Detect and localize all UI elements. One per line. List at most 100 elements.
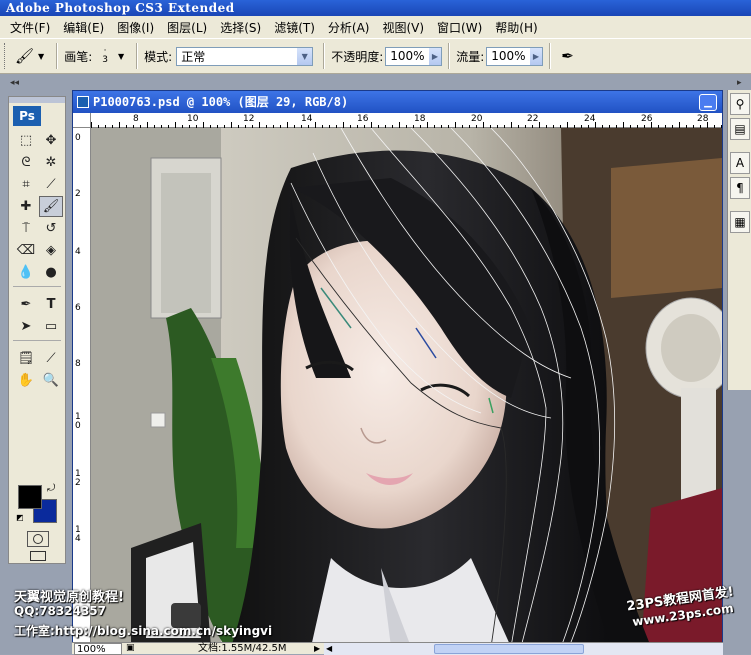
clone-stamp-tool-icon[interactable]: ⍑ bbox=[14, 218, 38, 239]
app-title-bar: Adobe Photoshop CS3 Extended bbox=[0, 0, 751, 16]
horizontal-scrollbar[interactable]: ◀ bbox=[324, 643, 723, 655]
opacity-field[interactable]: 100% ▶ bbox=[385, 46, 443, 66]
flow-value: 100% bbox=[491, 49, 526, 63]
watermark-qq: QQ:78324357 bbox=[14, 604, 106, 618]
ruler-horizontal[interactable]: 8 10 12 14 16 18 20 22 24 26 28 bbox=[91, 113, 722, 128]
panel-dock: ⚲ ▤ A ¶ ▦ bbox=[727, 90, 751, 390]
document-info: 文档:1.55M/42.5M bbox=[132, 643, 322, 655]
menu-analysis[interactable]: 分析(A) bbox=[328, 19, 370, 36]
scroll-thumb[interactable] bbox=[434, 644, 584, 654]
document-title-bar[interactable]: P1000763.psd @ 100% (图层 29, RGB/8) bbox=[73, 91, 722, 113]
marquee-tool-icon[interactable]: ⬚ bbox=[14, 130, 38, 151]
brush-tool-preset-icon[interactable]: 🖌 bbox=[15, 47, 34, 65]
watermark-title: 天翼视觉原创教程! bbox=[14, 590, 124, 605]
move-tool-icon[interactable]: ✥ bbox=[39, 130, 63, 151]
ruler-tick-label: 0 bbox=[75, 133, 81, 143]
default-colors-icon[interactable]: ◩ bbox=[16, 513, 24, 522]
quick-mask-icon bbox=[33, 534, 43, 544]
minimize-button[interactable]: ▁ bbox=[699, 94, 717, 111]
separator bbox=[56, 43, 59, 69]
path-selection-tool-icon[interactable]: ➤ bbox=[14, 316, 38, 337]
brush-size: 3 bbox=[102, 55, 108, 65]
foreground-color-swatch[interactable] bbox=[18, 485, 42, 509]
paint-bucket-tool-icon[interactable]: ◈ bbox=[39, 240, 63, 261]
zoom-tool-icon[interactable]: 🔍 bbox=[39, 370, 63, 391]
screen-mode-button[interactable] bbox=[27, 549, 49, 563]
lasso-tool-icon[interactable]: ᘓ bbox=[14, 152, 38, 173]
ruler-origin[interactable] bbox=[73, 113, 91, 128]
ruler-tick-label: 6 bbox=[75, 303, 81, 313]
quick-mask-button[interactable] bbox=[27, 531, 49, 547]
tool-presets-panel-icon[interactable]: ⚲ bbox=[730, 93, 750, 115]
zoom-value: 100% bbox=[77, 644, 106, 655]
chevron-right-icon[interactable]: ▶ bbox=[529, 47, 543, 65]
menu-window[interactable]: 窗口(W) bbox=[437, 19, 482, 36]
hand-tool-icon[interactable]: ✋ bbox=[14, 370, 38, 391]
collapse-arrows-icon[interactable]: ◂◂ bbox=[10, 78, 19, 88]
flow-field[interactable]: 100% ▶ bbox=[486, 46, 544, 66]
minimize-icon: ▁ bbox=[704, 97, 712, 108]
rectangle-tool-icon[interactable]: ▭ bbox=[39, 316, 63, 337]
menu-filter[interactable]: 滤镜(T) bbox=[274, 19, 315, 36]
menu-image[interactable]: 图像(I) bbox=[117, 19, 154, 36]
ruler-tick-label: 8 bbox=[75, 359, 81, 369]
separator bbox=[549, 43, 552, 69]
menu-select[interactable]: 选择(S) bbox=[220, 19, 261, 36]
image-canvas[interactable] bbox=[91, 128, 722, 647]
photoshop-logo: Ps bbox=[13, 106, 41, 126]
eraser-tool-icon[interactable]: ⌫ bbox=[14, 240, 38, 261]
separator bbox=[13, 286, 61, 287]
document-window: P1000763.psd @ 100% (图层 29, RGB/8) ▁ 8 1… bbox=[72, 90, 723, 654]
tool-grid-3: 🗒 ⟋ ✋ 🔍 bbox=[9, 344, 65, 391]
healing-brush-tool-icon[interactable]: ✚ bbox=[14, 196, 38, 217]
menu-help[interactable]: 帮助(H) bbox=[495, 19, 537, 36]
menu-view[interactable]: 视图(V) bbox=[382, 19, 424, 36]
brush-tool-icon[interactable]: 🖌 bbox=[39, 196, 63, 217]
toolbox-title-bar[interactable] bbox=[9, 97, 65, 103]
scroll-left-icon[interactable]: ◀ bbox=[326, 643, 332, 654]
separator bbox=[323, 43, 326, 69]
swap-colors-icon[interactable]: ⤾ bbox=[47, 483, 55, 494]
document-title: P1000763.psd @ 100% (图层 29, RGB/8) bbox=[93, 95, 349, 109]
slice-tool-icon[interactable]: ⟋ bbox=[39, 174, 63, 195]
ruler-vertical[interactable]: 0 2 4 6 8 10 12 14 bbox=[73, 128, 91, 647]
type-tool-icon[interactable]: T bbox=[39, 294, 63, 315]
toolbox: Ps ⬚ ✥ ᘓ ✲ ⌗ ⟋ ✚ 🖌 ⍑ ↺ ⌫ ◈ 💧 ● ✒ T ➤ ▭ 🗒… bbox=[8, 96, 66, 564]
menu-layer[interactable]: 图层(L) bbox=[167, 19, 207, 36]
chevron-down-icon: ▼ bbox=[297, 47, 313, 65]
mode-select[interactable]: 正常 ▼ bbox=[176, 46, 314, 66]
chevron-right-icon[interactable]: ▶ bbox=[428, 47, 442, 65]
history-brush-tool-icon[interactable]: ↺ bbox=[39, 218, 63, 239]
blur-tool-icon[interactable]: 💧 bbox=[14, 262, 38, 283]
expand-arrows-icon[interactable]: ▸ bbox=[737, 78, 742, 88]
ruler-tick-label: 4 bbox=[75, 247, 81, 257]
brush-picker-dropdown-icon[interactable]: ▼ bbox=[118, 52, 124, 61]
watermark-studio: 工作室:http://blog.sina.com.cn/skyingvi bbox=[14, 624, 273, 638]
menu-file[interactable]: 文件(F) bbox=[10, 19, 50, 36]
crop-tool-icon[interactable]: ⌗ bbox=[14, 174, 38, 195]
mode-label: 模式: bbox=[144, 49, 173, 64]
document-icon bbox=[77, 96, 89, 108]
app-title: Adobe Photoshop CS3 Extended bbox=[6, 1, 235, 15]
notes-tool-icon[interactable]: 🗒 bbox=[14, 348, 38, 369]
brushes-panel-icon[interactable]: ▤ bbox=[730, 118, 750, 140]
airbrush-icon[interactable]: ✒ bbox=[561, 47, 574, 65]
brush-picker[interactable]: · 3 bbox=[102, 47, 108, 65]
zoom-field[interactable]: 100% bbox=[74, 643, 122, 655]
layer-comps-panel-icon[interactable]: ▦ bbox=[730, 211, 750, 233]
status-bar: 100% ▣ 文档:1.55M/42.5M ▶ ◀ bbox=[72, 642, 723, 655]
ruler-tick-label: 12 bbox=[75, 469, 81, 488]
separator bbox=[136, 43, 139, 69]
magic-wand-tool-icon[interactable]: ✲ bbox=[39, 152, 63, 173]
character-panel-icon[interactable]: A bbox=[730, 152, 750, 174]
dodge-tool-icon[interactable]: ● bbox=[39, 262, 63, 283]
pen-tool-icon[interactable]: ✒ bbox=[14, 294, 38, 315]
options-bar: 🖌 ▼ 画笔: · 3 ▼ 模式: 正常 ▼ 不透明度: 100% ▶ 流量: … bbox=[0, 38, 751, 74]
options-grip[interactable] bbox=[4, 43, 8, 69]
tool-preset-dropdown-icon[interactable]: ▼ bbox=[38, 52, 44, 61]
photo-illustration bbox=[91, 128, 722, 647]
paragraph-panel-icon[interactable]: ¶ bbox=[730, 177, 750, 199]
eyedropper-tool-icon[interactable]: ⟋ bbox=[39, 348, 63, 369]
menu-edit[interactable]: 编辑(E) bbox=[63, 19, 104, 36]
status-menu-icon[interactable]: ▶ bbox=[314, 643, 320, 654]
